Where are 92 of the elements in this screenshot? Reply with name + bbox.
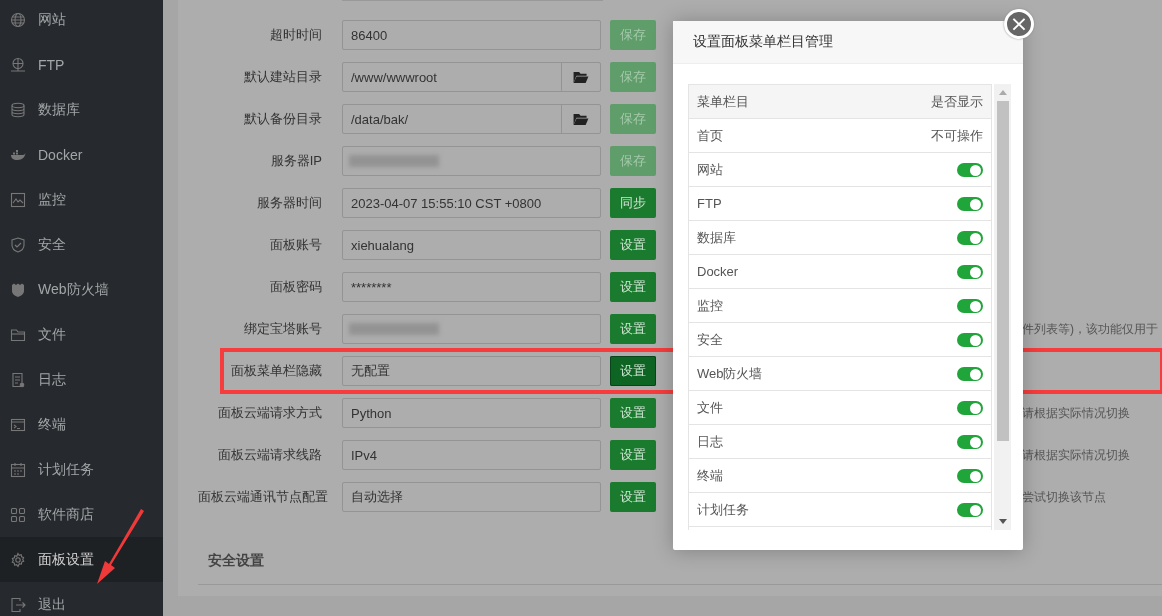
column-header: 是否显示: [931, 92, 983, 111]
toggle-switch[interactable]: [957, 196, 983, 211]
sidebar-item[interactable]: Docker: [0, 132, 163, 177]
toggle-switch[interactable]: [957, 366, 983, 381]
setting-label: 超时时间: [269, 26, 323, 44]
sidebar-item[interactable]: 计划任务: [0, 447, 163, 492]
setting-label: 面板密码: [269, 278, 323, 296]
sidebar-item[interactable]: 面板设置: [0, 537, 163, 582]
sidebar-item[interactable]: 网站: [0, 0, 163, 42]
setting-label: 服务器IP: [269, 152, 323, 170]
input-field[interactable]: 2023-04-07 15:55:10 CST +0800: [342, 188, 601, 218]
folder-icon: [573, 70, 589, 84]
folder-icon: [573, 112, 589, 126]
sidebar-item[interactable]: 文件: [0, 312, 163, 357]
setting-label: 服务器时间: [256, 194, 323, 212]
input-field[interactable]: Python: [342, 398, 601, 428]
toggle-switch[interactable]: [957, 332, 983, 347]
input-field[interactable]: 无配置: [342, 356, 601, 386]
sidebar-item[interactable]: FTP: [0, 42, 163, 87]
setting-button[interactable]: 设置: [610, 398, 656, 428]
status-text: 不可操作: [931, 126, 983, 145]
terminal-icon: [10, 416, 26, 433]
setting-description: 件列表等)，该功能仅用于: [1022, 320, 1158, 338]
setting-label: 面板云端通讯节点配置: [198, 488, 329, 506]
settings-icon: [10, 551, 26, 568]
database-icon: [10, 101, 26, 118]
sidebar-item[interactable]: 软件商店: [0, 492, 163, 537]
setting-button[interactable]: 同步: [610, 188, 656, 218]
setting-description: 请根据实际情况切换: [1022, 404, 1130, 422]
setting-label: 面板账号: [269, 236, 323, 254]
folder-icon: [10, 326, 26, 343]
setting-label: 面板菜单栏隐藏: [230, 362, 323, 380]
setting-description: 尝试切换该节点: [1022, 488, 1106, 506]
setting-label: 面板云端请求方式: [217, 404, 323, 422]
menu-name: 终端: [697, 466, 723, 485]
input-field[interactable]: ********: [342, 272, 601, 302]
setting-label: 默认建站目录: [243, 68, 323, 86]
menu-name: 文件: [697, 398, 723, 417]
globe-icon: [10, 11, 26, 28]
setting-button[interactable]: 设置: [610, 272, 656, 302]
setting-label: 绑定宝塔账号: [243, 320, 323, 338]
toggle-switch[interactable]: [957, 264, 983, 279]
toggle-switch[interactable]: [957, 230, 983, 245]
sidebar-item[interactable]: Web防火墙: [0, 267, 163, 312]
toggle-switch[interactable]: [957, 502, 983, 517]
input-field[interactable]: 自动选择: [342, 482, 601, 512]
toggle-switch[interactable]: [957, 468, 983, 483]
menu-name: FTP: [697, 196, 722, 211]
scroll-down-icon[interactable]: [998, 519, 1007, 524]
setting-button[interactable]: 设置: [610, 482, 656, 512]
sidebar-item[interactable]: 日志: [0, 357, 163, 402]
input-field[interactable]: xiehualang: [342, 230, 601, 260]
sidebar-item[interactable]: 退出: [0, 582, 163, 616]
setting-button[interactable]: 设置: [610, 230, 656, 260]
shield-icon: [10, 236, 26, 253]
menu-name: Docker: [697, 264, 739, 279]
menu-name: 首页: [697, 126, 723, 145]
menu-name: 计划任务: [697, 500, 749, 519]
setting-label: 面板云端请求线路: [217, 446, 323, 464]
menu-name: 监控: [697, 296, 723, 315]
menu-name: 数据库: [697, 228, 736, 247]
scrollbar[interactable]: [994, 84, 1011, 530]
sidebar-item[interactable]: 终端: [0, 402, 163, 447]
setting-description: 请根据实际情况切换: [1022, 446, 1130, 464]
menu-name: Web防火墙: [697, 364, 763, 383]
document-icon: [10, 371, 26, 388]
menu-name: 安全: [697, 330, 723, 349]
scroll-up-icon[interactable]: [998, 90, 1007, 95]
input-field[interactable]: [342, 314, 601, 344]
setting-button[interactable]: 设置: [610, 440, 656, 470]
menu-name: 网站: [697, 160, 723, 179]
sidebar-item[interactable]: 安全: [0, 222, 163, 267]
menu-name: 日志: [697, 432, 723, 451]
toggle-switch[interactable]: [957, 400, 983, 415]
section-title: 安全设置: [207, 552, 265, 570]
setting-button[interactable]: 设置: [610, 356, 656, 386]
toggle-switch[interactable]: [957, 162, 983, 177]
shield-icon: [10, 281, 26, 298]
setting-label: 默认备份目录: [243, 110, 323, 128]
calendar-icon: [10, 461, 26, 478]
network-icon: [10, 56, 26, 73]
grid-icon: [10, 506, 26, 523]
dialog-title: 设置面板菜单栏目管理: [693, 33, 833, 51]
toggle-switch[interactable]: [957, 298, 983, 313]
sidebar-item[interactable]: 监控: [0, 177, 163, 222]
column-header: 菜单栏目: [697, 92, 749, 111]
sidebar-item[interactable]: 数据库: [0, 87, 163, 132]
chart-icon: [10, 191, 26, 208]
input-field[interactable]: IPv4: [342, 440, 601, 470]
toggle-switch[interactable]: [957, 434, 983, 449]
exit-icon: [10, 596, 26, 613]
setting-button[interactable]: 设置: [610, 314, 656, 344]
